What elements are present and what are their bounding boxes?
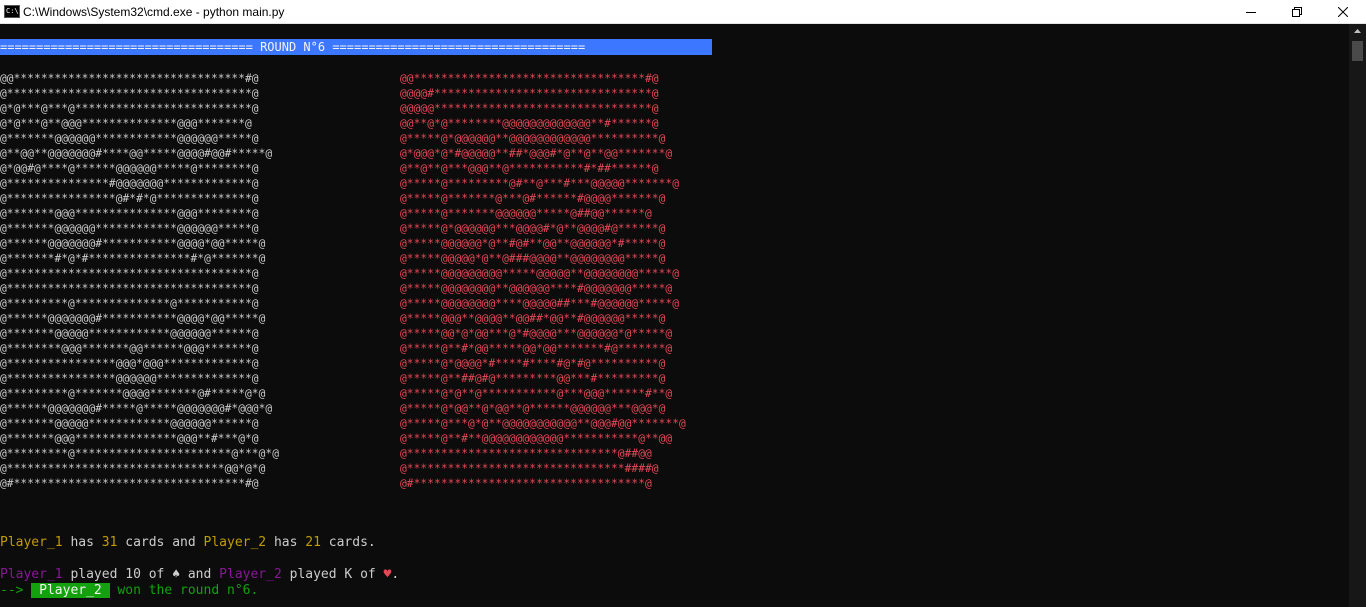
window-title: C:\Windows\System32\cmd.exe - python mai… bbox=[23, 5, 285, 19]
minimize-button[interactable] bbox=[1228, 0, 1274, 23]
console-output: =================================== ROUN… bbox=[0, 39, 1340, 607]
round-banner: =================================== ROUN… bbox=[0, 39, 712, 55]
scroll-up-button[interactable] bbox=[1349, 24, 1366, 38]
scrollbar-thumb[interactable] bbox=[1352, 41, 1363, 61]
result-text: won the round n°6. bbox=[109, 583, 259, 598]
card-count-line: Player_1 has 31 cards and Player_2 has 2… bbox=[0, 535, 376, 551]
status-text: has bbox=[266, 535, 306, 550]
spade-icon: ♠ bbox=[172, 567, 181, 582]
player2-card-art: @@**********************************#@ @… bbox=[400, 72, 686, 490]
status-text: cards. bbox=[320, 535, 376, 550]
close-button[interactable] bbox=[1320, 0, 1366, 23]
player2-card-count: 21 bbox=[305, 535, 321, 550]
status-text: has bbox=[62, 535, 102, 550]
play-text: and bbox=[180, 567, 220, 582]
cmd-icon: C:\ bbox=[4, 5, 20, 18]
player1-name: Player_1 bbox=[0, 567, 63, 582]
maximize-button[interactable] bbox=[1274, 0, 1320, 23]
player1-card-art: @@**********************************#@ @… bbox=[0, 72, 280, 490]
winner-badge: Player_2 bbox=[31, 583, 110, 598]
player1-card-count: 31 bbox=[101, 535, 118, 550]
close-icon bbox=[1338, 6, 1348, 17]
result-arrow: --> bbox=[0, 583, 32, 598]
round-result-line: --> Player_2 won the round n°6. bbox=[0, 583, 258, 599]
window-titlebar[interactable]: C:\ C:\Windows\System32\cmd.exe - python… bbox=[0, 0, 1366, 24]
status-text: cards and bbox=[117, 535, 204, 550]
scroll-up-icon bbox=[1354, 29, 1361, 33]
player1-name: Player_1 bbox=[0, 535, 63, 550]
play-text: played K of bbox=[281, 567, 384, 582]
played-cards-line: Player_1 played 10 of ♠ and Player_2 pla… bbox=[0, 567, 399, 583]
play-text: . bbox=[391, 567, 400, 582]
player2-name: Player_2 bbox=[203, 535, 267, 550]
play-text: played 10 of bbox=[62, 567, 173, 582]
player2-name: Player_2 bbox=[219, 567, 282, 582]
minimize-icon bbox=[1246, 11, 1256, 13]
vertical-scrollbar[interactable] bbox=[1349, 24, 1366, 607]
maximize-icon bbox=[1292, 6, 1302, 17]
